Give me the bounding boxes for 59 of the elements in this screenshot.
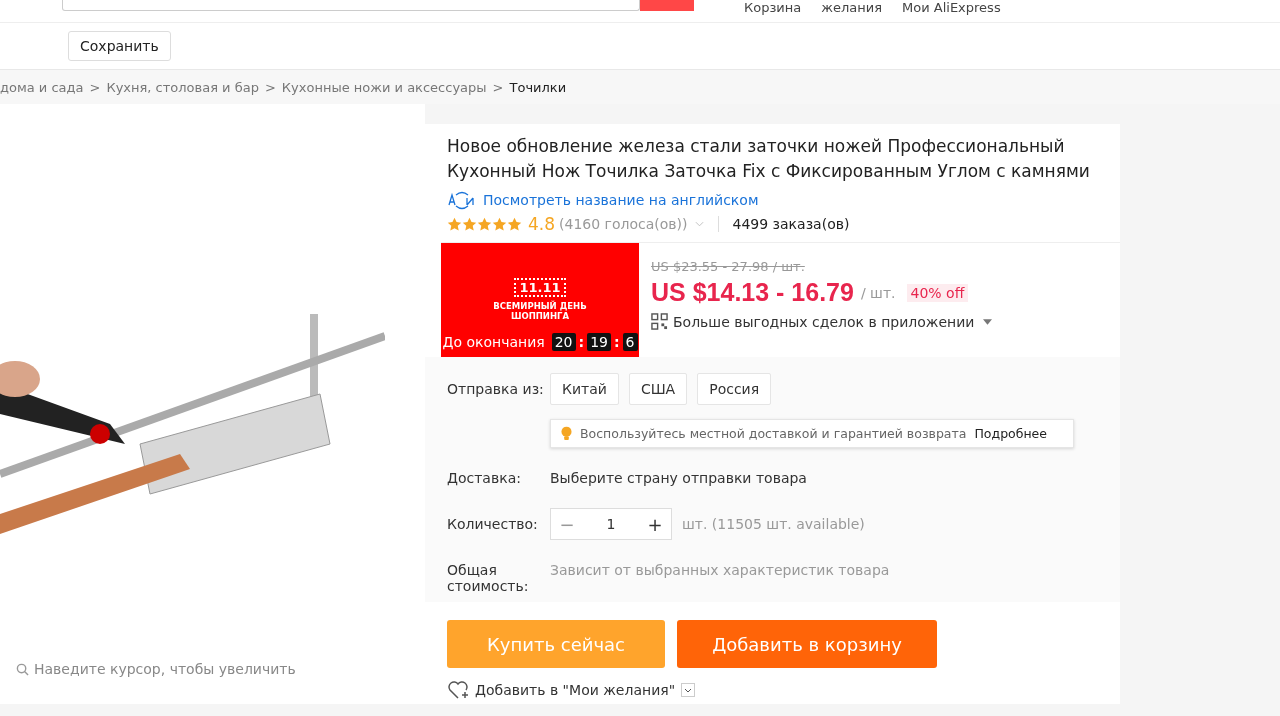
- stock-info: шт. (11505 шт. available): [682, 516, 865, 532]
- save-button[interactable]: Сохранить: [68, 31, 171, 61]
- more-link[interactable]: Подробнее: [974, 426, 1047, 441]
- countdown-separator: :: [613, 334, 620, 350]
- chevron-down-icon: [694, 221, 704, 227]
- zoom-hint: Наведите курсор, чтобы увеличить: [34, 661, 296, 677]
- delivery-label: Доставка:: [447, 470, 522, 486]
- caret-icon: [983, 318, 993, 325]
- event-name: ВСЕМИРНЫЙ ДЕНЬ ШОППИНГА: [492, 301, 588, 321]
- translate-link[interactable]: Посмотреть название на английском: [483, 192, 759, 208]
- breadcrumb-link[interactable]: Кухня, столовая и бар: [106, 79, 259, 95]
- quantity-field[interactable]: 1: [583, 516, 639, 532]
- star-icon: [447, 216, 462, 232]
- breadcrumb-separator: >: [492, 79, 504, 95]
- header-link[interactable]: Мои AliExpress: [902, 0, 1001, 16]
- price-unit: / шт.: [860, 284, 896, 301]
- countdown-digit: 19: [587, 333, 611, 351]
- star-icon: [492, 216, 507, 232]
- heart-plus-icon: [447, 680, 469, 700]
- search-field[interactable]: [62, 0, 640, 11]
- countdown-label: До окончания: [442, 334, 545, 350]
- product-title: Новое обновление железа стали заточки ножей Профессиональный Кухонный Нож Точилка Заточка Fix с Фиксированным Углом с камнями: [447, 135, 1091, 183]
- app-deals-link[interactable]: Больше выгодных сделок в приложении: [673, 313, 975, 330]
- total-label: Общая стоимость:: [447, 562, 527, 594]
- total-value: Зависит от выбранных характеристик товара: [550, 562, 890, 578]
- old-price: US $23.55 - 27.98 / шт.: [651, 259, 806, 274]
- star-icon: [477, 216, 492, 232]
- star-icon: [462, 216, 477, 232]
- discount-badge: 40% off: [906, 283, 969, 302]
- ship-from-label: Отправка из:: [447, 381, 545, 397]
- countdown-digit: 20: [551, 333, 576, 351]
- tooltip-text: Воспользуйтесь местной доставкой и гарантией возврата: [580, 426, 967, 441]
- dropdown-icon[interactable]: [681, 683, 696, 697]
- search-icon: [16, 662, 29, 676]
- breadcrumb-separator: >: [89, 79, 101, 95]
- current-price: US $14.13 - 16.79: [651, 278, 854, 307]
- event-logo: 11.11: [514, 278, 566, 297]
- countdown-digit: 6: [622, 333, 638, 351]
- translate-icon: [447, 190, 477, 210]
- breadcrumb-link[interactable]: Точилки: [509, 79, 567, 95]
- countdown-separator: :: [578, 334, 585, 350]
- country-option[interactable]: США: [628, 373, 688, 405]
- wishlist-link[interactable]: Добавить в "Мои желания": [475, 682, 676, 698]
- order-count: 4499 заказа(ов): [732, 216, 850, 232]
- header-link[interactable]: желания: [821, 0, 883, 16]
- rating-value: 4.8: [528, 214, 556, 234]
- header-link[interactable]: Корзина: [744, 0, 802, 16]
- breadcrumb-separator: >: [264, 79, 276, 95]
- search-button[interactable]: [640, 0, 694, 11]
- breadcrumb-link[interactable]: дома и сада: [0, 79, 84, 95]
- increase-button[interactable]: +: [639, 512, 671, 536]
- star-icon: [507, 216, 522, 232]
- country-option[interactable]: Россия: [697, 373, 772, 405]
- breadcrumb-link[interactable]: Кухонные ножи и аксессуары: [281, 79, 487, 95]
- country-option[interactable]: Китай: [550, 373, 619, 405]
- lightbulb-icon: [561, 426, 572, 441]
- qr-code-icon: [651, 313, 668, 330]
- delivery-value: Выберите страну отправки товара: [550, 470, 807, 486]
- quantity-label: Количество:: [447, 516, 539, 532]
